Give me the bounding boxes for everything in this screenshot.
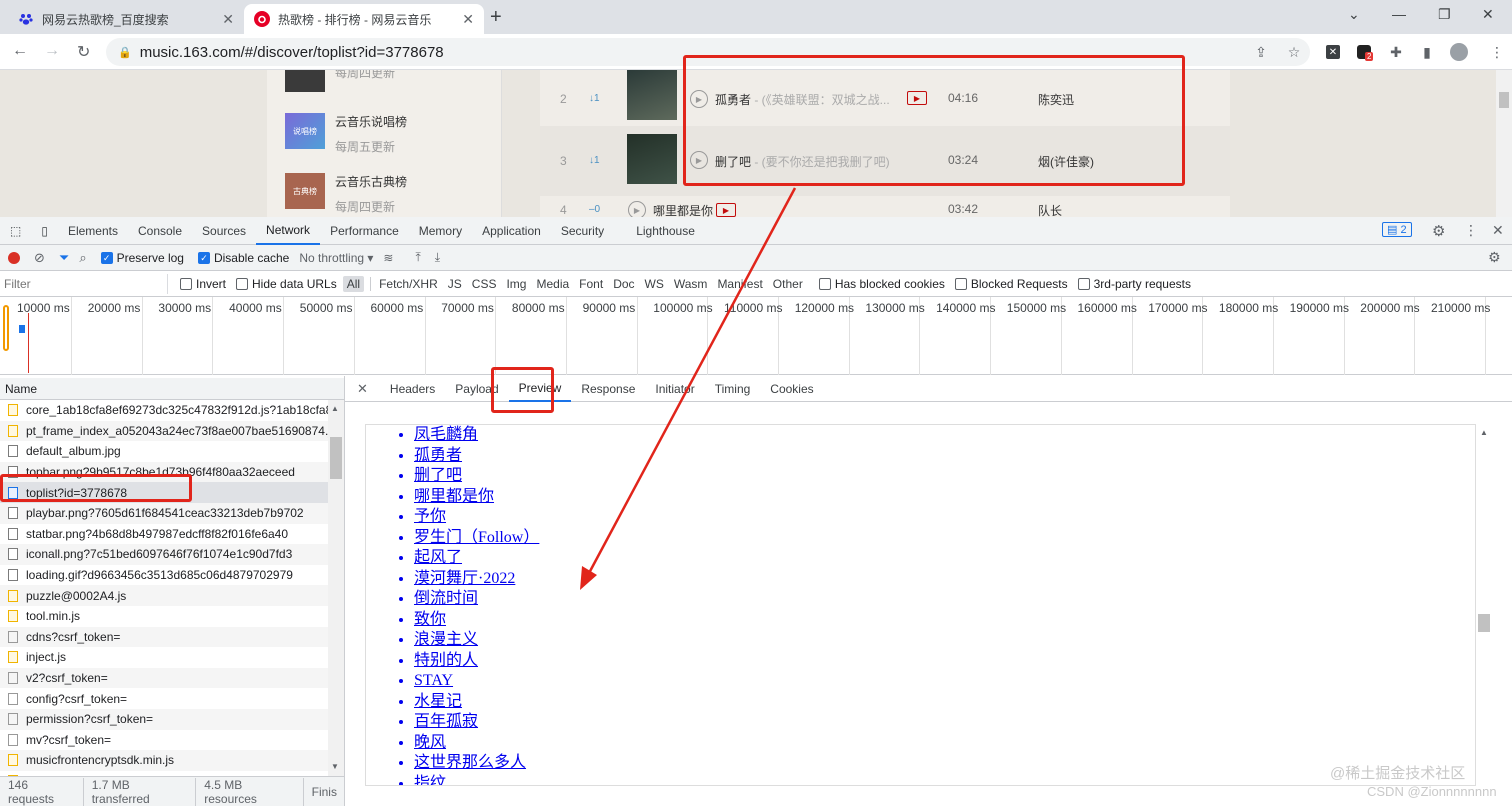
annotation-arrow [580, 187, 797, 590]
watermark-juejin: @稀土掘金技术社区 [1330, 765, 1466, 782]
watermark-csdn: CSDN @Zionnnnnnnn [1367, 784, 1497, 799]
